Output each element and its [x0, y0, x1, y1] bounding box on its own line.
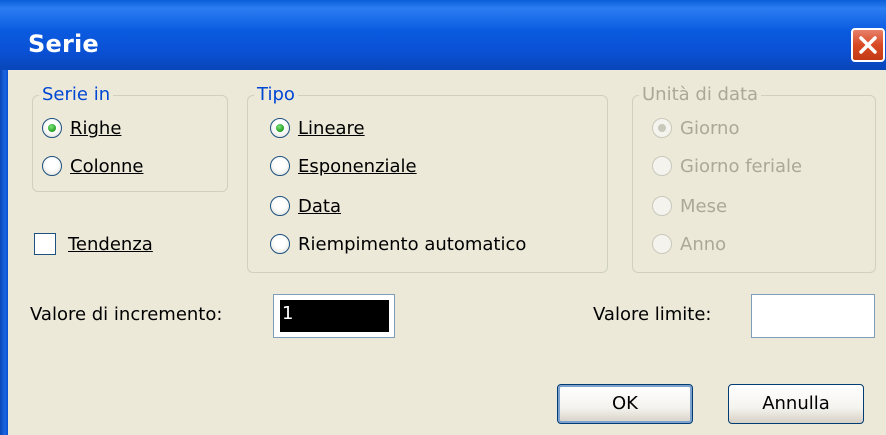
- serie-in-legend: Serie in: [39, 84, 114, 106]
- valore-incremento-label: Valore di incremento:: [30, 304, 223, 325]
- radio-riempimento-label: Riempimento automatico: [298, 234, 527, 255]
- radio-righe-label: Righe: [70, 118, 122, 139]
- radio-colonne-label: Colonne: [70, 156, 144, 177]
- tendenza-checkbox[interactable]: [34, 233, 56, 255]
- window-frame-left: [0, 70, 8, 435]
- radio-indicator: [652, 234, 672, 254]
- unita-di-data-legend: Unità di data: [639, 84, 762, 106]
- radio-indicator: [270, 156, 290, 176]
- radio-lineare-label: Lineare: [298, 118, 365, 139]
- valore-incremento-input[interactable]: 1: [273, 294, 395, 338]
- radio-anno-label: Anno: [680, 234, 727, 255]
- close-button[interactable]: [851, 28, 885, 62]
- series-dialog: Serie Serie in Righe Colonne Tipo Linear…: [0, 0, 886, 435]
- valore-incremento-value: 1: [280, 300, 389, 332]
- radio-indicator: [652, 118, 672, 138]
- radio-esponenziale-label: Esponenziale: [298, 156, 417, 177]
- valore-limite-input[interactable]: [751, 294, 875, 338]
- window-title: Serie: [28, 30, 99, 58]
- title-bar[interactable]: Serie: [0, 0, 886, 70]
- radio-mese-label: Mese: [680, 196, 728, 217]
- radio-indicator: [270, 234, 290, 254]
- tipo-legend: Tipo: [254, 84, 298, 106]
- radio-indicator: [42, 118, 62, 138]
- radio-indicator: [652, 156, 672, 176]
- radio-indicator: [42, 156, 62, 176]
- radio-indicator: [652, 196, 672, 216]
- cancel-button[interactable]: Annulla: [728, 384, 864, 424]
- valore-limite-label: Valore limite:: [593, 304, 712, 325]
- radio-indicator: [270, 118, 290, 138]
- ok-button[interactable]: OK: [557, 384, 693, 424]
- radio-giorno-label: Giorno: [680, 118, 740, 139]
- radio-indicator: [270, 196, 290, 216]
- radio-data-label: Data: [298, 196, 341, 217]
- tendenza-label: Tendenza: [68, 234, 153, 255]
- radio-giorno-feriale-label: Giorno feriale: [680, 156, 803, 177]
